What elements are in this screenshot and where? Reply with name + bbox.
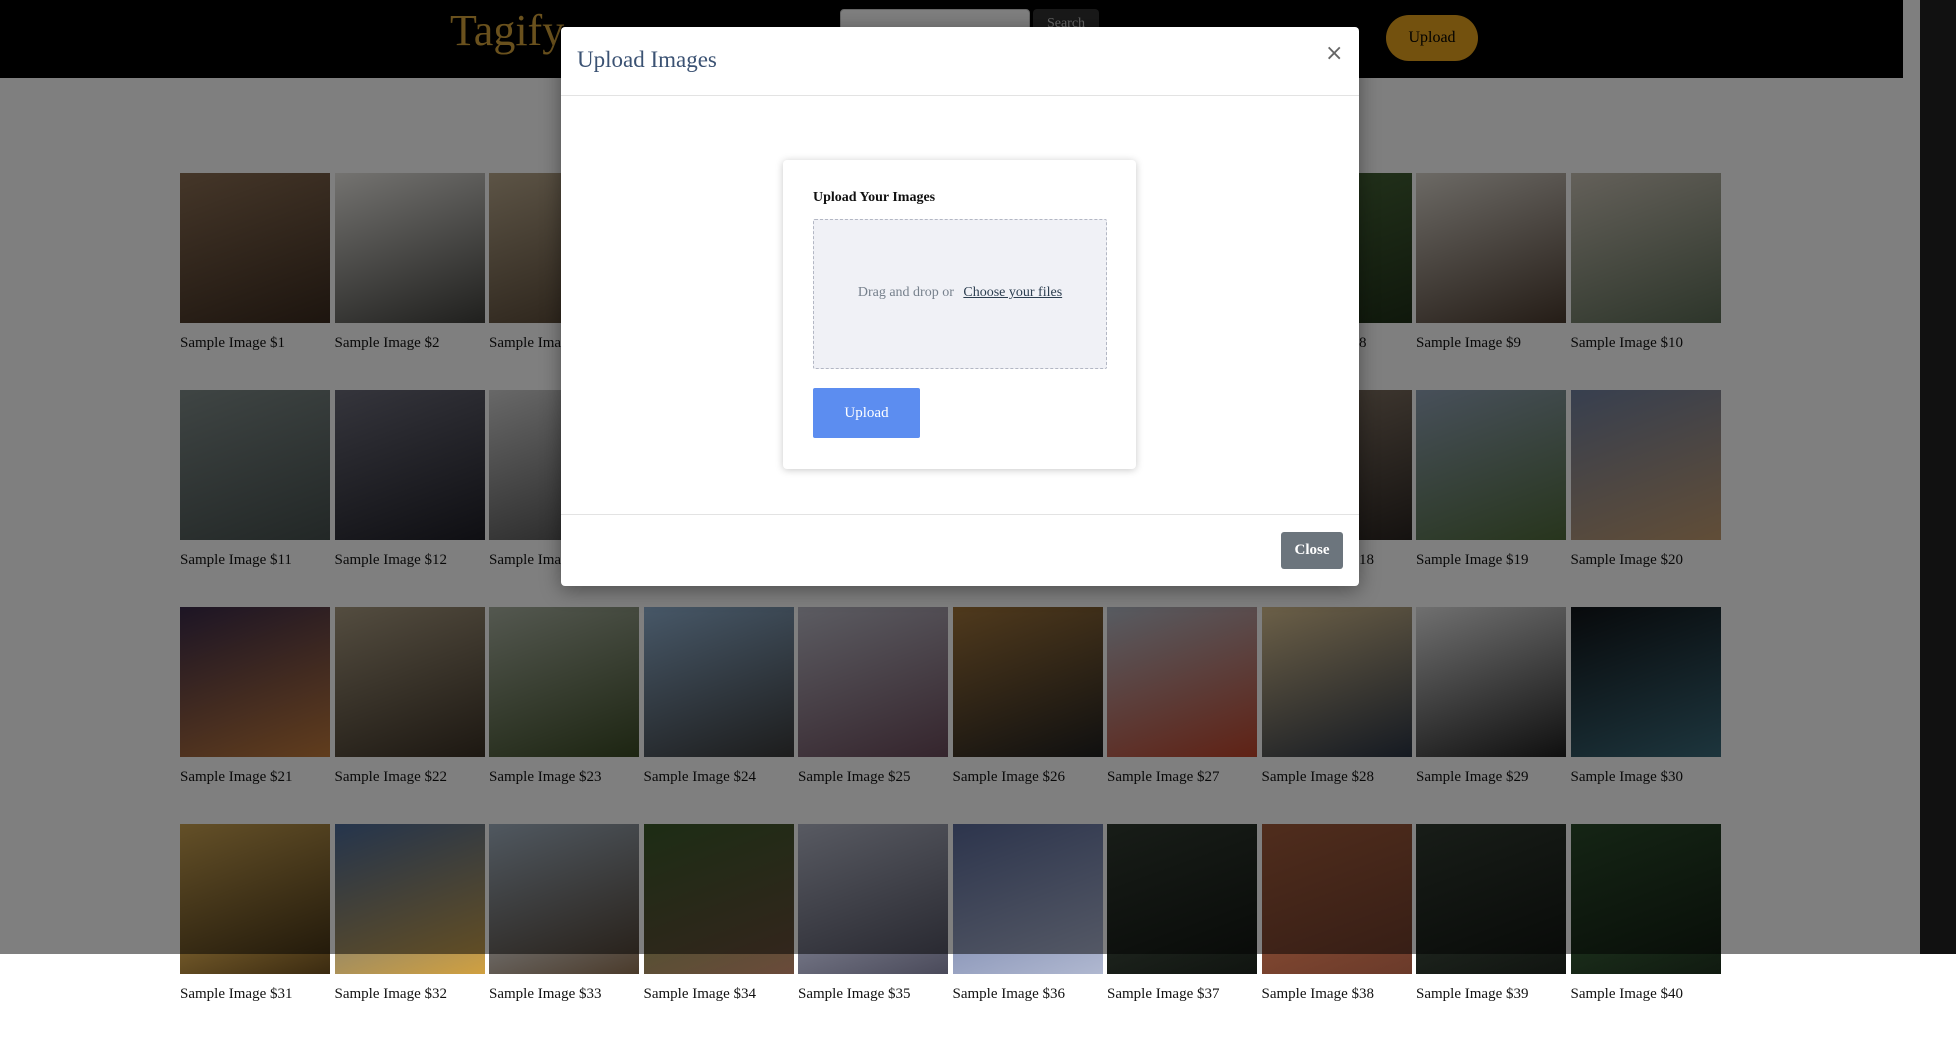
- gallery-caption: Sample Image $38: [1261, 986, 1374, 1002]
- modal-title: Upload Images: [577, 47, 717, 72]
- close-button[interactable]: Close: [1281, 532, 1343, 569]
- file-dropzone[interactable]: Drag and drop or Choose your files: [813, 219, 1107, 369]
- upload-submit-button[interactable]: Upload: [813, 388, 920, 438]
- gallery-caption: Sample Image $36: [952, 986, 1065, 1002]
- scrollbar-track[interactable]: [1920, 0, 1956, 954]
- upload-modal: Upload Images × Upload Your Images Drag …: [561, 27, 1359, 586]
- gallery-caption: Sample Image $40: [1570, 986, 1683, 1002]
- close-icon[interactable]: ×: [1325, 41, 1343, 66]
- modal-footer: Close: [561, 514, 1359, 587]
- upload-card-heading: Upload Your Images: [813, 190, 936, 205]
- gallery-caption: Sample Image $31: [180, 986, 293, 1002]
- choose-files-link[interactable]: Choose your files: [963, 285, 1062, 300]
- modal-header: Upload Images ×: [561, 27, 1359, 96]
- dropzone-instructions: Drag and drop or: [857, 285, 954, 300]
- gallery-caption: Sample Image $35: [798, 986, 911, 1002]
- gallery-caption: Sample Image $34: [643, 986, 756, 1002]
- gallery-caption: Sample Image $33: [489, 986, 602, 1002]
- gallery-caption: Sample Image $32: [334, 986, 447, 1002]
- dropzone-text: Drag and drop or Choose your files: [814, 285, 1106, 301]
- gallery-caption: Sample Image $37: [1107, 986, 1220, 1002]
- gallery-caption: Sample Image $39: [1416, 986, 1529, 1002]
- upload-card: Upload Your Images Drag and drop or Choo…: [783, 160, 1136, 469]
